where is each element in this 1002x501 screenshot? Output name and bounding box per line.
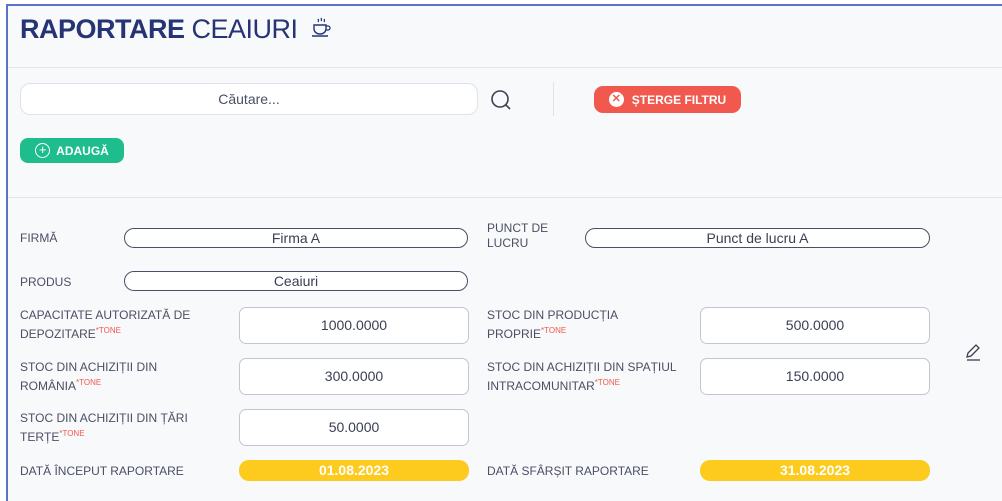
unit-label: *TONE: [594, 378, 620, 387]
punct-value: Punct de lucru A: [585, 228, 930, 248]
stoc-intra-label: STOC DIN ACHIZIȚII DIN SPAȚIUL INTRACOMU…: [487, 360, 677, 394]
punct-label-line1: PUNCT DE: [487, 221, 549, 235]
stoc-terte-label-line2: TERȚE: [20, 430, 60, 444]
stoc-romania-value: 300.0000: [239, 358, 469, 395]
teacup-icon: [311, 17, 331, 37]
add-label: ADAUGĂ: [56, 143, 109, 158]
data-sfarsit-value: 31.08.2023: [700, 460, 930, 481]
firma-label: FIRMĂ: [20, 231, 58, 245]
page-title-light: CEAIURI: [191, 14, 299, 44]
add-button[interactable]: + ADAUGĂ: [20, 138, 124, 163]
unit-label: *TONE: [76, 378, 102, 387]
section-divider: [8, 197, 1002, 198]
unit-label: *TONE: [541, 326, 567, 335]
firma-value: Firma A: [124, 228, 468, 248]
stoc-romania-label-line1: STOC DIN ACHIZIȚII DIN: [20, 360, 158, 374]
page-title: RAPORTARE CEAIURI: [20, 14, 333, 45]
stoc-romania-label: STOC DIN ACHIZIȚII DIN ROMÂNIA*TONE: [20, 360, 157, 394]
punct-label: PUNCT DE LUCRU: [487, 221, 548, 251]
stoc-terte-value: 50.0000: [239, 409, 469, 446]
data-sfarsit-label: DATĂ SFÂRȘIT RAPORTARE: [487, 464, 649, 478]
stoc-terte-label: STOC DIN ACHIZIȚII DIN ȚĂRI TERȚE*TONE: [20, 411, 188, 445]
stoc-romania-label-line2: ROMÂNIA: [20, 379, 77, 393]
clear-filter-button[interactable]: ✕ ȘTERGE FILTRU: [594, 86, 741, 113]
toolbar-divider: [553, 82, 554, 116]
capacitate-label: CAPACITATE AUTORIZATĂ DE DEPOZITARE*TONE: [20, 308, 190, 342]
clear-filter-label: ȘTERGE FILTRU: [631, 92, 727, 107]
stoc-productie-label-line2: PROPRIE: [487, 327, 542, 341]
capacitate-label-line2: DEPOZITARE: [20, 327, 96, 341]
x-circle-icon: ✕: [608, 92, 624, 107]
stoc-terte-label-line1: STOC DIN ACHIZIȚII DIN ȚĂRI: [20, 411, 188, 425]
pencil-icon[interactable]: [964, 343, 982, 361]
page-title-bold: RAPORTARE: [20, 14, 185, 44]
punct-label-line2: LUCRU: [487, 236, 529, 250]
stoc-intra-label-line1: STOC DIN ACHIZIȚII DIN SPAȚIUL: [487, 360, 677, 374]
produs-label: PRODUS: [20, 275, 72, 289]
stoc-productie-value: 500.0000: [700, 307, 930, 344]
data-inceput-value: 01.08.2023: [239, 460, 469, 481]
data-inceput-label: DATĂ ÎNCEPUT RAPORTARE: [20, 464, 184, 478]
capacitate-label-line1: CAPACITATE AUTORIZATĂ DE: [20, 308, 191, 322]
stoc-productie-label-line1: STOC DIN PRODUCȚIA: [487, 308, 619, 322]
produs-value: Ceaiuri: [124, 271, 468, 291]
stoc-productie-label: STOC DIN PRODUCȚIA PROPRIE*TONE: [487, 308, 618, 342]
capacitate-value: 1000.0000: [239, 307, 469, 344]
plus-circle-icon: +: [35, 143, 51, 158]
search-input[interactable]: Căutare...: [20, 83, 478, 115]
search-icon[interactable]: [490, 89, 512, 111]
stoc-intra-label-line2: INTRACOMUNITAR: [487, 379, 595, 393]
unit-label: *TONE: [59, 429, 85, 438]
header-divider: [8, 67, 1002, 68]
unit-label: *TONE: [95, 326, 121, 335]
stoc-intra-value: 150.0000: [700, 358, 930, 395]
